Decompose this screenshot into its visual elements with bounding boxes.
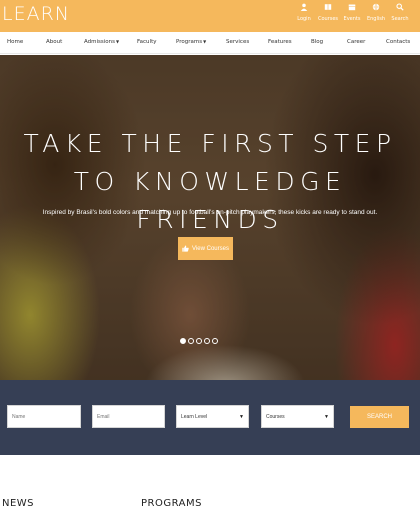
caret-down-icon: ▼ xyxy=(203,39,207,44)
top-link-search[interactable]: Search xyxy=(388,3,412,22)
search-icon xyxy=(396,3,404,11)
hero-title-line-1: TAKE THE FIRST STEP xyxy=(23,129,397,158)
slider-dots xyxy=(180,338,218,344)
nav-item-label: Programs xyxy=(176,39,203,45)
nav-item-label: Blog xyxy=(311,39,324,45)
slider-dot[interactable] xyxy=(204,338,210,344)
slider-dot[interactable] xyxy=(212,338,218,344)
nav-item-blog[interactable]: Blog xyxy=(311,39,323,45)
top-link-courses[interactable]: Courses xyxy=(316,3,340,22)
nav-item-admissions[interactable]: Admissions▼ xyxy=(84,39,119,45)
hero-title-line-2: TO KNOWLEDGE FRIENDS xyxy=(73,167,347,234)
nav-item-programs[interactable]: Programs▼ xyxy=(176,39,206,45)
nav-item-label: About xyxy=(46,39,63,45)
calendar-icon xyxy=(348,4,356,11)
top-bar: LEARN Login Courses Events English Searc… xyxy=(0,0,420,32)
top-link-language[interactable]: English xyxy=(364,3,388,22)
globe-icon xyxy=(372,3,380,11)
thumbs-up-icon xyxy=(182,245,189,252)
user-icon xyxy=(300,3,308,11)
nav-item-features[interactable]: Features xyxy=(268,39,292,45)
nav-item-label: Features xyxy=(268,39,292,45)
top-link-label: Search xyxy=(391,16,409,22)
learn-level-select[interactable]: Learn Level ▼ xyxy=(176,405,249,428)
course-search-bar: Learn Level ▼ Courses ▼ SEARCH xyxy=(0,380,420,455)
nav-item-services[interactable]: Services xyxy=(226,39,249,45)
programs-heading: PROGRAMS xyxy=(141,498,202,509)
slider-dot[interactable] xyxy=(188,338,194,344)
view-courses-label: View Courses xyxy=(192,245,229,252)
view-courses-button[interactable]: View Courses xyxy=(178,237,233,260)
name-input[interactable] xyxy=(7,405,81,428)
nav-item-home[interactable]: Home xyxy=(7,39,23,45)
hero-banner: TAKE THE FIRST STEP TO KNOWLEDGE FRIENDS… xyxy=(0,55,420,380)
nav-item-career[interactable]: Career xyxy=(347,39,365,45)
top-link-label: English xyxy=(366,16,386,22)
main-nav: Home About Admissions▼ Faculty Programs▼… xyxy=(0,32,420,54)
slider-dot[interactable] xyxy=(196,338,202,344)
nav-item-faculty[interactable]: Faculty xyxy=(137,39,156,45)
nav-item-label: Career xyxy=(347,39,366,45)
search-button[interactable]: SEARCH xyxy=(350,406,409,428)
book-icon xyxy=(324,4,332,10)
top-link-label: Courses xyxy=(317,16,339,22)
courses-select[interactable]: Courses ▼ xyxy=(261,405,334,428)
caret-down-icon: ▼ xyxy=(116,39,120,44)
hero-title: TAKE THE FIRST STEP TO KNOWLEDGE FRIENDS xyxy=(0,125,420,239)
nav-item-label: Contacts xyxy=(386,39,411,45)
hero-subtitle: Inspired by Brasil's bold colors and mat… xyxy=(42,209,378,216)
slider-dot[interactable] xyxy=(180,338,186,344)
top-link-label: Events xyxy=(343,16,361,22)
courses-value: Courses xyxy=(266,413,285,420)
nav-item-label: Faculty xyxy=(137,39,157,45)
hero-content: TAKE THE FIRST STEP TO KNOWLEDGE FRIENDS… xyxy=(0,55,420,380)
nav-item-label: Admissions xyxy=(84,39,116,45)
nav-item-about[interactable]: About xyxy=(46,39,62,45)
email-input[interactable] xyxy=(92,405,165,428)
learn-level-value: Learn Level xyxy=(181,413,208,420)
top-link-events[interactable]: Events xyxy=(340,3,364,22)
nav-item-contacts[interactable]: Contacts xyxy=(386,39,410,45)
dropdown-arrow-icon: ▼ xyxy=(324,414,329,420)
nav-item-label: Services xyxy=(226,39,250,45)
nav-item-label: Home xyxy=(7,39,24,45)
top-link-label: Login xyxy=(297,16,311,22)
site-logo[interactable]: LEARN xyxy=(2,3,70,25)
news-heading: NEWS xyxy=(2,498,35,509)
top-links: Login Courses Events English Search xyxy=(292,3,412,22)
top-link-login[interactable]: Login xyxy=(292,3,316,22)
dropdown-arrow-icon: ▼ xyxy=(239,414,244,420)
